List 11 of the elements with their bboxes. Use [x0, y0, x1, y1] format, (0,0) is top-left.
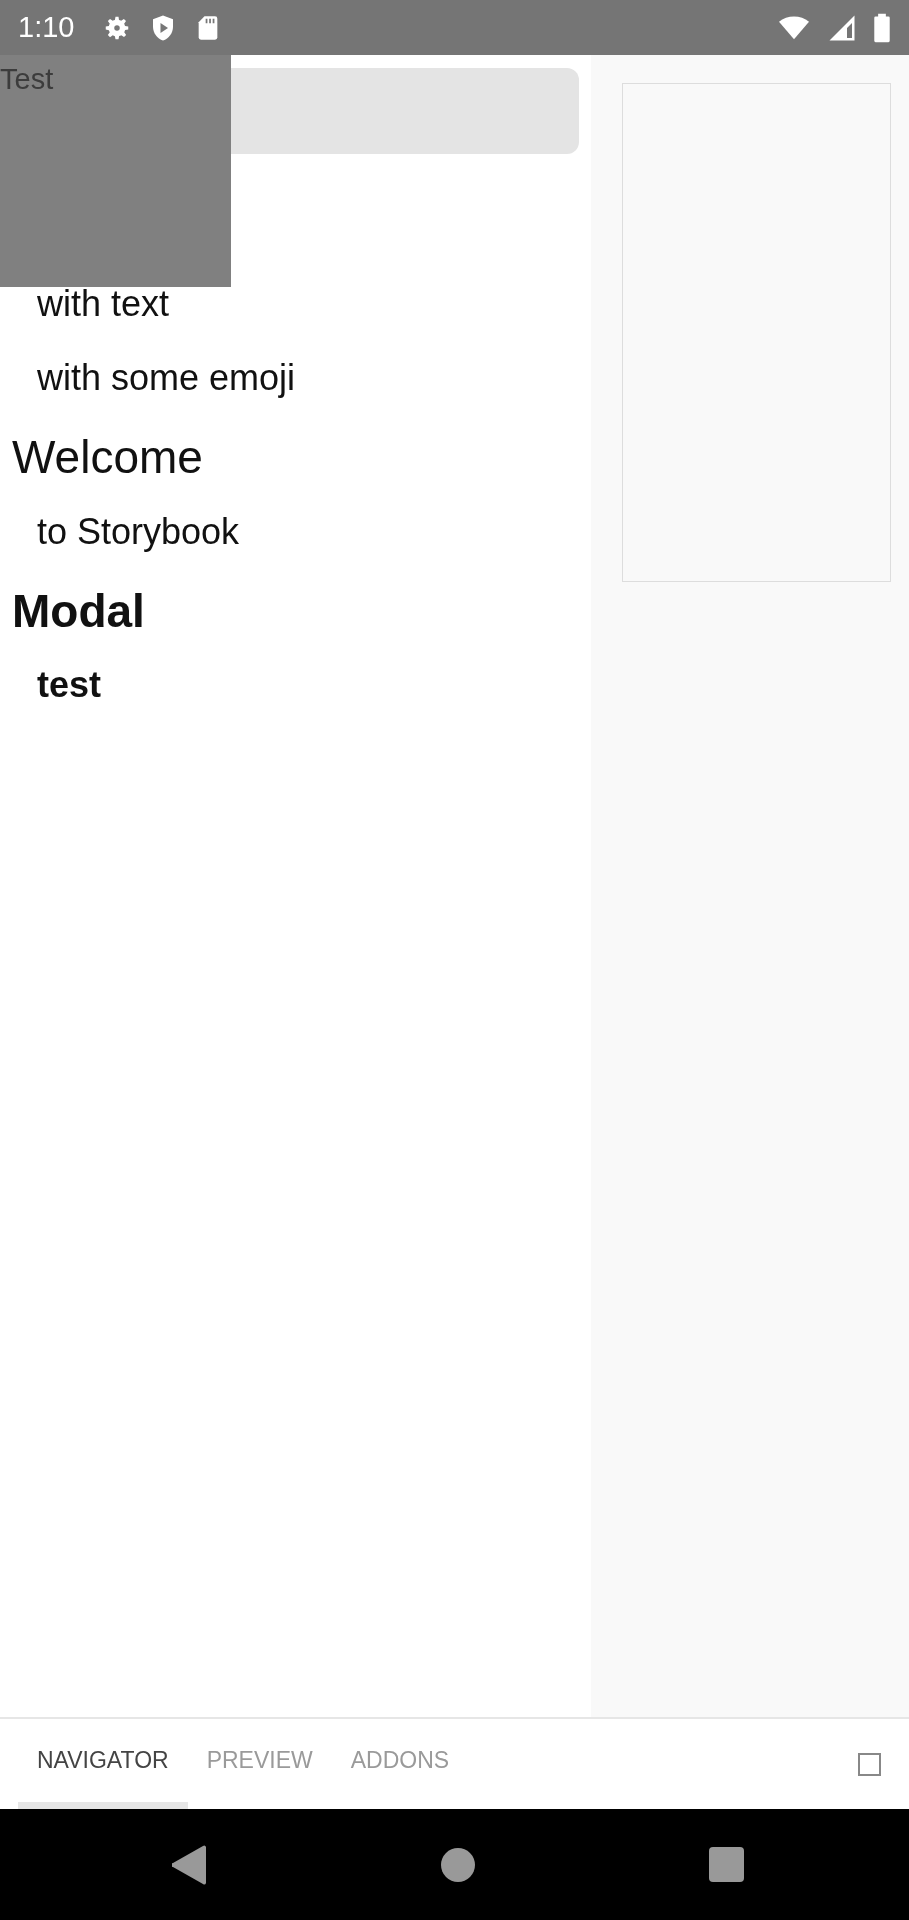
home-icon[interactable]: [440, 1847, 475, 1882]
square-icon[interactable]: [858, 1752, 881, 1776]
back-icon[interactable]: [172, 1844, 206, 1885]
story-group-title: Modal: [12, 583, 145, 639]
overlay-label: Test: [0, 63, 54, 96]
story-group-title: Welcome: [12, 430, 203, 486]
story-item[interactable]: test: [37, 662, 102, 707]
status-time: 1:10: [18, 11, 75, 44]
story-item[interactable]: to Storybook: [37, 509, 240, 553]
battery-icon: [873, 11, 891, 44]
story-item[interactable]: with some emoji: [37, 356, 296, 400]
